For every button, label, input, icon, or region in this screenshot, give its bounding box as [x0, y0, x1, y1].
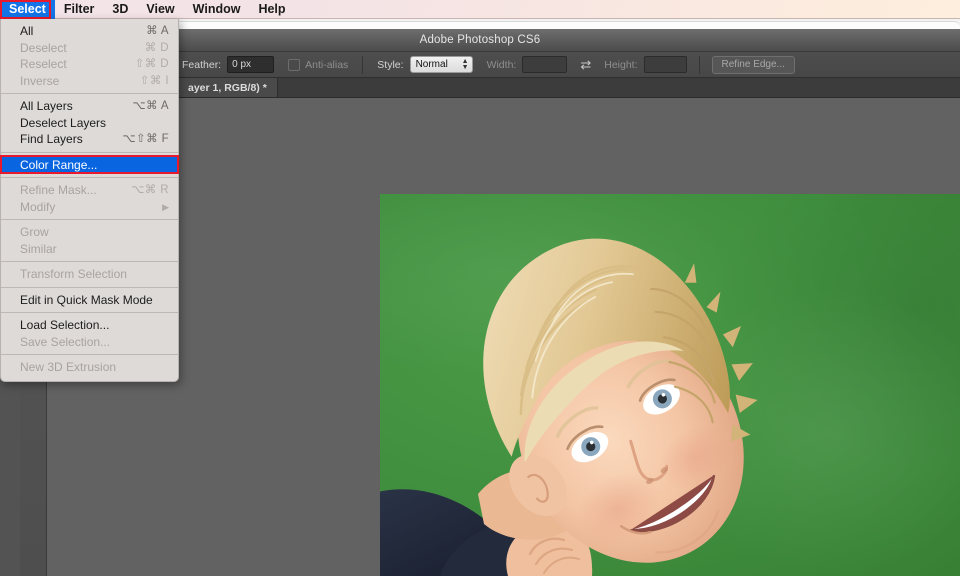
subject-photo-boy	[380, 238, 758, 576]
style-label: Style:	[377, 58, 404, 71]
menu-item-label: Modify	[20, 199, 56, 214]
menu-item-label: Deselect	[20, 40, 67, 55]
menu-view[interactable]: View	[137, 0, 183, 19]
mac-menu-bar-items: Select Filter 3D View Window Help	[0, 0, 295, 19]
menu-item-label: All Layers	[20, 99, 73, 113]
menu-item-label: Save Selection...	[20, 334, 111, 349]
screen: Select Filter 3D View Window Help Adobe …	[0, 0, 960, 576]
menu-item-grow[interactable]: Grow	[1, 224, 178, 241]
menu-item-save-selection[interactable]: Save Selection...	[1, 334, 178, 351]
refine-edge-button[interactable]: Refine Edge...	[711, 55, 795, 74]
submenu-arrow-icon: ▶	[162, 201, 169, 212]
options-divider-2	[698, 55, 700, 74]
height-input[interactable]	[643, 56, 687, 73]
select-dropdown-menu[interactable]: All ⌘ A Deselect ⌘ D Reselect ⇧⌘ D Inver…	[0, 19, 179, 382]
menu-3d[interactable]: 3D	[103, 0, 137, 19]
menu-item-label: All	[20, 24, 34, 38]
menu-item-reselect[interactable]: Reselect ⇧⌘ D	[1, 56, 178, 73]
menu-separator	[1, 261, 178, 262]
menu-separator	[1, 151, 178, 153]
menu-item-shortcut: ⌘ D	[144, 41, 169, 54]
menu-item-shortcut: ⌥⇧⌘ F	[122, 133, 169, 145]
menu-separator	[1, 286, 178, 288]
style-select-value: Normal	[415, 59, 448, 70]
menu-item-color-range[interactable]: Color Range...	[0, 154, 179, 174]
menu-item-label: Color Range...	[20, 157, 98, 172]
feather-input[interactable]: 0 px	[227, 56, 275, 73]
menu-item-label: Find Layers	[20, 132, 83, 146]
menu-separator	[1, 219, 178, 220]
menu-separator	[1, 93, 178, 94]
menu-item-label: Deselect Layers	[20, 115, 107, 130]
width-label: Width:	[486, 58, 517, 71]
menu-item-similar[interactable]: Similar	[1, 241, 178, 258]
swap-arrows-icon[interactable]: ⇄	[580, 58, 591, 71]
style-select[interactable]: Normal ▲ ▼	[409, 56, 473, 73]
menu-item-all[interactable]: All ⌘ A	[1, 23, 178, 40]
menu-item-label: New 3D Extrusion	[20, 360, 117, 374]
menu-item-label: Inverse	[20, 73, 60, 88]
menu-item-deselect[interactable]: Deselect ⌘ D	[1, 40, 178, 57]
menu-item-label: Transform Selection	[20, 267, 127, 281]
mac-menu-bar: Select Filter 3D View Window Help	[0, 0, 960, 19]
menu-item-label: Grow	[20, 225, 49, 239]
chevron-updown-icon: ▲ ▼	[461, 57, 469, 71]
menu-separator	[1, 312, 178, 313]
menu-item-edit-in-quick-mask-mode[interactable]: Edit in Quick Mask Mode	[1, 292, 178, 309]
document-tab[interactable]: ayer 1, RGB/8) *	[178, 78, 278, 97]
menu-item-deselect-layers[interactable]: Deselect Layers	[1, 115, 178, 132]
menu-separator	[1, 354, 178, 355]
menu-filter[interactable]: Filter	[55, 0, 104, 19]
menu-item-label: Similar	[20, 241, 57, 256]
menu-item-refine-mask[interactable]: Refine Mask... ⌥⌘ R	[1, 182, 178, 199]
height-label: Height:	[604, 58, 638, 71]
menu-item-shortcut: ⇧⌘ I	[139, 74, 169, 87]
menu-item-shortcut: ⌘ A	[146, 25, 169, 37]
menu-select[interactable]: Select	[0, 0, 55, 19]
width-input[interactable]	[522, 56, 568, 73]
feather-label: Feather:	[182, 58, 222, 71]
menu-item-all-layers[interactable]: All Layers ⌥⌘ A	[1, 98, 178, 115]
menu-item-load-selection[interactable]: Load Selection...	[1, 317, 178, 334]
menu-item-label: Refine Mask...	[20, 183, 97, 197]
menu-item-modify[interactable]: Modify ▶	[1, 199, 178, 216]
menu-item-label: Reselect	[20, 57, 67, 71]
menu-separator	[1, 177, 178, 178]
options-divider-1	[362, 55, 364, 74]
menu-item-new-3d-extrusion[interactable]: New 3D Extrusion	[1, 359, 178, 376]
menu-help[interactable]: Help	[249, 0, 294, 19]
menu-item-find-layers[interactable]: Find Layers ⌥⇧⌘ F	[1, 131, 178, 148]
canvas-workspace[interactable]	[47, 98, 960, 576]
anti-alias-checkbox[interactable]	[288, 58, 301, 71]
menu-item-shortcut: ⌥⌘ R	[131, 184, 169, 196]
window-title: Adobe Photoshop CS6	[419, 34, 541, 46]
menu-item-inverse[interactable]: Inverse ⇧⌘ I	[1, 73, 178, 90]
menu-item-transform-selection[interactable]: Transform Selection	[1, 266, 178, 283]
menu-item-shortcut: ⌥⌘ A	[132, 100, 169, 112]
menu-item-label: Load Selection...	[20, 318, 110, 332]
anti-alias-label: Anti-alias	[305, 58, 349, 71]
menu-item-shortcut: ⇧⌘ D	[134, 58, 169, 70]
menu-window[interactable]: Window	[184, 0, 250, 19]
menu-item-label: Edit in Quick Mask Mode	[20, 292, 153, 307]
image-artboard[interactable]	[380, 194, 960, 576]
